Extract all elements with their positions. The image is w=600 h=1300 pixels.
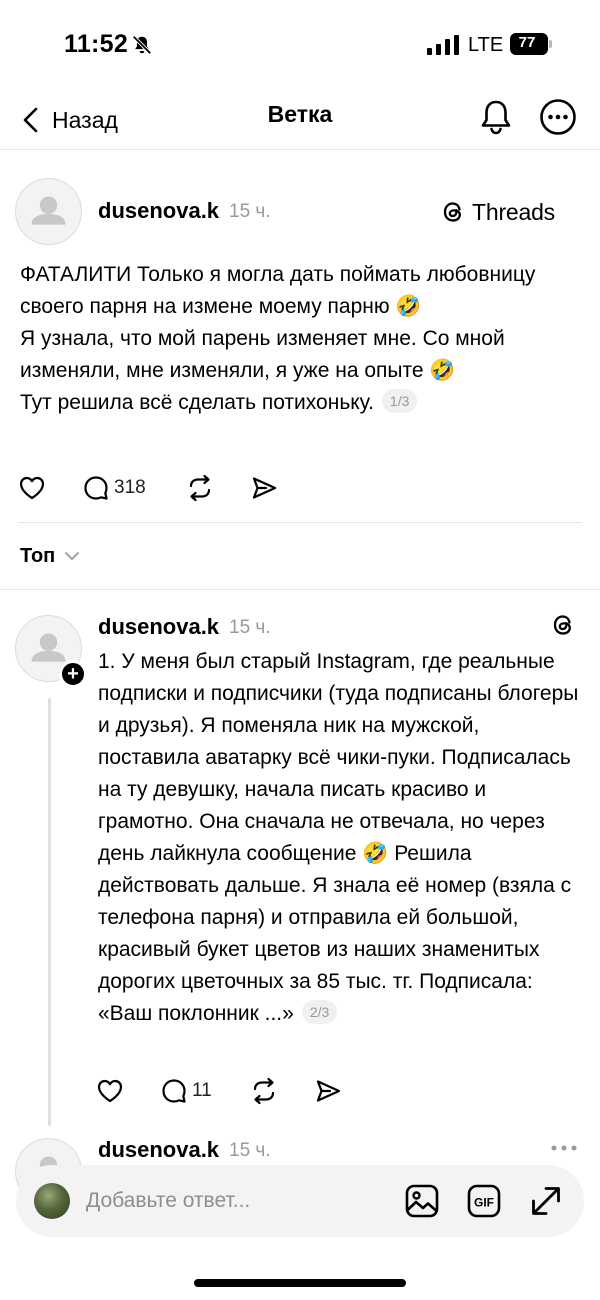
post-actions: 318 xyxy=(18,471,318,505)
image-icon[interactable] xyxy=(404,1183,440,1219)
threads-logo-icon[interactable] xyxy=(550,612,576,638)
status-bar: 11:52 LTE 77 xyxy=(0,0,600,90)
post-username[interactable]: dusenova.k xyxy=(98,198,219,224)
post-paragraph: Тут решила всё сделать потихоньку. 1/3 xyxy=(20,387,580,419)
back-button[interactable]: Назад xyxy=(22,100,118,140)
bell-icon[interactable] xyxy=(478,98,514,136)
user-avatar[interactable] xyxy=(34,1183,70,1219)
post-paragraph: Я узнала, что мой парень изменяет мне. С… xyxy=(20,327,505,382)
chevron-left-icon xyxy=(23,107,38,133)
reply-time: 15 ч. xyxy=(229,617,271,638)
reply-username[interactable]: dusenova.k xyxy=(98,1137,219,1163)
default-avatar-icon xyxy=(31,196,66,225)
more-horizontal-icon[interactable] xyxy=(539,98,577,136)
chevron-down-icon xyxy=(65,552,80,560)
svg-text:GIF: GIF xyxy=(474,1196,494,1210)
comment-button[interactable]: 11 xyxy=(160,1074,212,1108)
expand-icon[interactable] xyxy=(528,1183,564,1219)
threads-label: Threads xyxy=(472,198,555,225)
threads-logo-icon xyxy=(443,202,461,222)
repost-button[interactable] xyxy=(250,1074,278,1108)
divider xyxy=(0,589,600,590)
comment-icon xyxy=(84,476,108,500)
bell-muted-icon xyxy=(132,35,152,55)
network-type: LTE xyxy=(468,34,504,56)
nav-bar: Назад Ветка xyxy=(0,90,600,150)
heart-icon xyxy=(19,476,45,500)
reply-input[interactable] xyxy=(86,1183,386,1219)
home-indicator[interactable] xyxy=(194,1279,406,1287)
share-icon xyxy=(316,1080,341,1102)
thread-counter: 1/3 xyxy=(381,389,418,413)
comment-icon xyxy=(162,1079,186,1103)
repost-button[interactable] xyxy=(186,471,214,505)
post-body: ФАТАЛИТИ Только я могла дать поймать люб… xyxy=(20,259,580,419)
gif-icon[interactable]: GIF xyxy=(466,1183,502,1219)
comment-button[interactable]: 318 xyxy=(82,471,146,505)
thread-counter: 2/3 xyxy=(301,1000,338,1024)
reply-time: 15 ч. xyxy=(229,1140,271,1161)
post-time: 15 ч. xyxy=(229,201,271,222)
share-icon xyxy=(252,477,277,499)
divider xyxy=(18,522,582,523)
status-time: 11:52 xyxy=(64,30,129,58)
repost-icon xyxy=(189,474,211,502)
like-button[interactable] xyxy=(96,1074,124,1108)
post-paragraph-text: Тут решила всё сделать потихоньку. xyxy=(20,391,374,414)
battery-icon: 77 xyxy=(510,33,552,55)
heart-icon xyxy=(97,1079,123,1103)
avatar[interactable] xyxy=(15,178,82,245)
comment-count: 11 xyxy=(192,1080,212,1101)
reply-text: 1. У меня был старый Instagram, где реал… xyxy=(98,650,579,1025)
sort-dropdown[interactable]: Топ xyxy=(20,540,81,572)
post-paragraph: ФАТАЛИТИ Только я могла дать поймать люб… xyxy=(20,263,536,318)
back-label: Назад xyxy=(52,106,118,133)
like-button[interactable] xyxy=(18,471,46,505)
signal-icon xyxy=(427,35,459,55)
share-button[interactable] xyxy=(250,471,278,505)
follow-plus-button[interactable]: + xyxy=(59,660,87,688)
sort-label: Топ xyxy=(20,544,56,567)
reply-paragraph: 1. У меня был старый Instagram, где реал… xyxy=(98,646,582,1030)
comment-count: 318 xyxy=(114,477,146,498)
more-horizontal-icon[interactable] xyxy=(548,1138,580,1158)
plus-icon: + xyxy=(67,663,79,685)
reply-username[interactable]: dusenova.k xyxy=(98,614,219,640)
thread-line xyxy=(48,698,51,1126)
reply-body: 1. У меня был старый Instagram, где реал… xyxy=(98,646,582,1030)
share-button[interactable] xyxy=(314,1074,342,1108)
battery-level: 77 xyxy=(518,34,536,51)
reply-composer: GIF xyxy=(16,1165,584,1237)
reply-actions: 11 xyxy=(96,1074,376,1108)
repost-icon xyxy=(253,1077,275,1105)
threads-badge[interactable]: Threads xyxy=(440,196,555,228)
